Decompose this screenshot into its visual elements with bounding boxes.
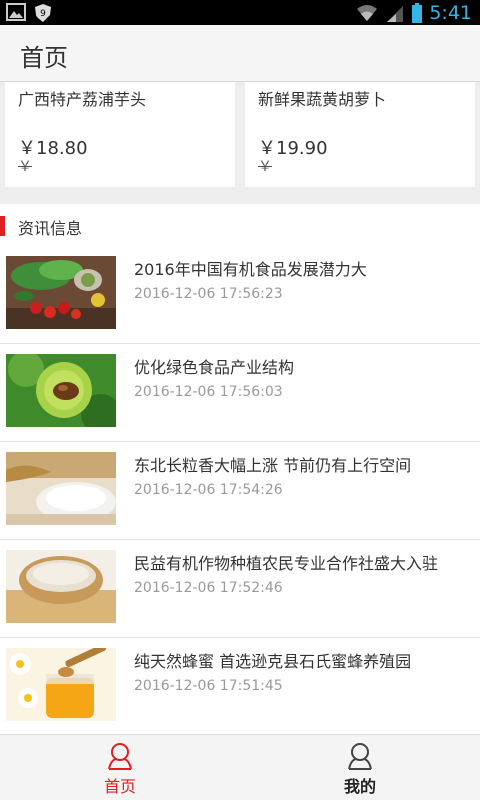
signal-icon [387, 5, 404, 22]
news-list-item[interactable]: 优化绿色食品产业结构 2016-12-06 17:56:03 [0, 344, 480, 442]
product-original-price: ￥ [258, 159, 272, 175]
page-title: 首页 [20, 44, 68, 72]
news-title: 纯天然蜂蜜 首选逊克县石氏蜜蜂养殖园 [134, 652, 412, 671]
profile-person-icon [348, 743, 372, 770]
gallery-icon [6, 3, 26, 21]
bottom-tab-bar: 首页 我的 [0, 734, 480, 800]
product-card[interactable]: 新鲜果蔬黄胡萝卜 ￥19.90 ￥ [245, 82, 475, 187]
news-timestamp: 2016-12-06 17:52:46 [134, 580, 283, 596]
status-indicators: 5:41 [355, 0, 472, 25]
home-person-icon [108, 743, 132, 770]
section-title: 资讯信息 [18, 219, 83, 238]
news-thumbnail [6, 354, 116, 427]
news-list-item[interactable]: 东北长粒香大幅上涨 节前仍有上行空间 2016-12-06 17:54:26 [0, 442, 480, 540]
section-accent-bar [0, 216, 5, 236]
news-thumbnail [6, 452, 116, 525]
wifi-icon [357, 4, 378, 21]
tab-mine[interactable]: 我的 [240, 735, 480, 800]
product-name: 广西特产荔浦芋头 [18, 90, 147, 109]
news-section: 资讯信息 2016年中国有机食品发展潜力大 2016-12-06 17:56:2… [0, 204, 480, 800]
news-timestamp: 2016-12-06 17:56:03 [134, 384, 283, 400]
tab-home[interactable]: 首页 [0, 735, 240, 800]
news-timestamp: 2016-12-06 17:54:26 [134, 482, 283, 498]
news-timestamp: 2016-12-06 17:56:23 [134, 286, 283, 302]
tab-label: 我的 [343, 777, 376, 796]
tab-label: 首页 [103, 777, 136, 796]
section-header: 资讯信息 [0, 204, 480, 246]
news-list-item[interactable]: 民益有机作物种植农民专业合作社盛大入驻 2016-12-06 17:52:46 [0, 540, 480, 638]
svg-text:9: 9 [40, 9, 46, 19]
news-thumbnail [6, 648, 116, 721]
news-title: 民益有机作物种植农民专业合作社盛大入驻 [134, 554, 439, 573]
status-clock: 5:41 [429, 1, 472, 24]
news-thumbnail [6, 256, 116, 329]
news-title: 2016年中国有机食品发展潜力大 [134, 260, 367, 279]
app-header: 首页 [0, 25, 480, 82]
status-notifications: 9 [6, 3, 52, 22]
product-name: 新鲜果蔬黄胡萝卜 [258, 90, 387, 109]
product-grid: 广西特产荔浦芋头 ￥18.80 ￥ 新鲜果蔬黄胡萝卜 ￥19.90 ￥ [0, 82, 480, 204]
news-thumbnail [6, 550, 116, 623]
product-card[interactable]: 广西特产荔浦芋头 ￥18.80 ￥ [5, 82, 235, 187]
status-bar: 9 5:41 [0, 0, 480, 25]
news-title: 优化绿色食品产业结构 [134, 358, 295, 377]
battery-icon [412, 2, 423, 23]
news-timestamp: 2016-12-06 17:51:45 [134, 678, 283, 694]
news-title: 东北长粒香大幅上涨 节前仍有上行空间 [134, 456, 412, 475]
shield-icon: 9 [35, 4, 51, 22]
news-list-item[interactable]: 纯天然蜂蜜 首选逊克县石氏蜜蜂养殖园 2016-12-06 17:51:45 [0, 638, 480, 736]
product-original-price: ￥ [18, 159, 32, 175]
news-list-item[interactable]: 2016年中国有机食品发展潜力大 2016-12-06 17:56:23 [0, 246, 480, 344]
